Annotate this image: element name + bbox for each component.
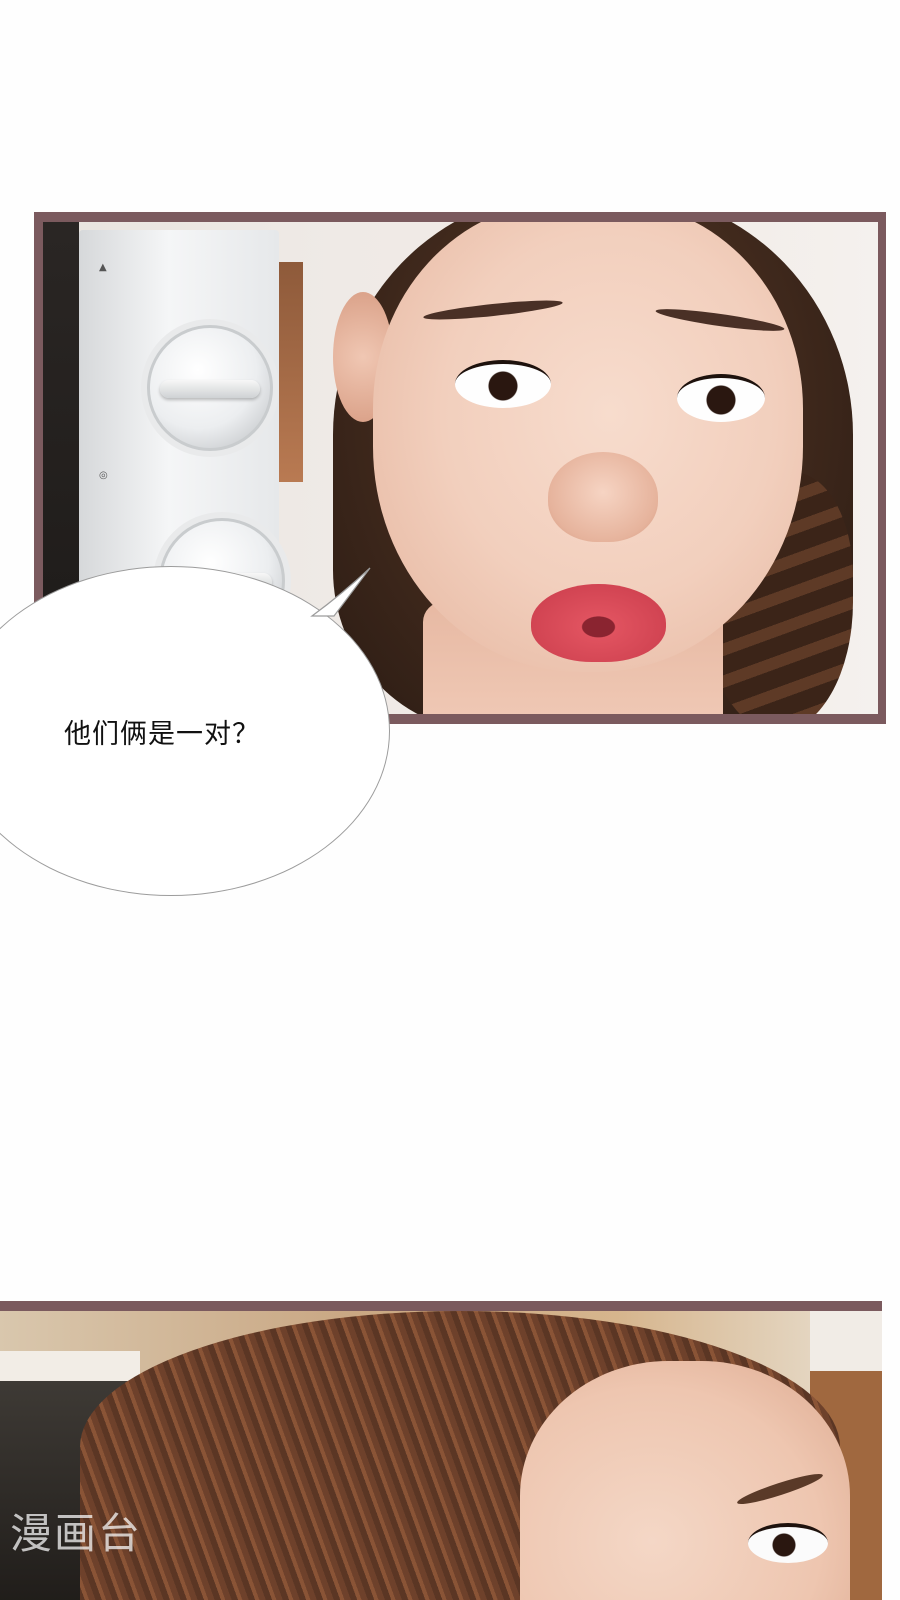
speech-bubble-text: 他们俩是一对？ — [64, 719, 260, 750]
watermark-logo: 漫画台 — [10, 1509, 143, 1558]
woman-2-eye — [748, 1523, 828, 1563]
speech-bubble-tail — [310, 567, 371, 617]
woman-lips — [531, 584, 666, 662]
background-shelf — [0, 1351, 140, 1381]
woman-nose — [548, 452, 658, 542]
comic-page: ▲ ◎ 他们俩是一对？ 漫画台 — [0, 0, 900, 1600]
microwave-dial-icon — [147, 325, 273, 451]
microwave-label-icon: ▲ — [99, 262, 107, 273]
background-wood — [279, 262, 303, 482]
timer-label-icon: ◎ — [99, 470, 108, 481]
right-eye — [677, 374, 765, 422]
left-eye — [455, 360, 551, 408]
